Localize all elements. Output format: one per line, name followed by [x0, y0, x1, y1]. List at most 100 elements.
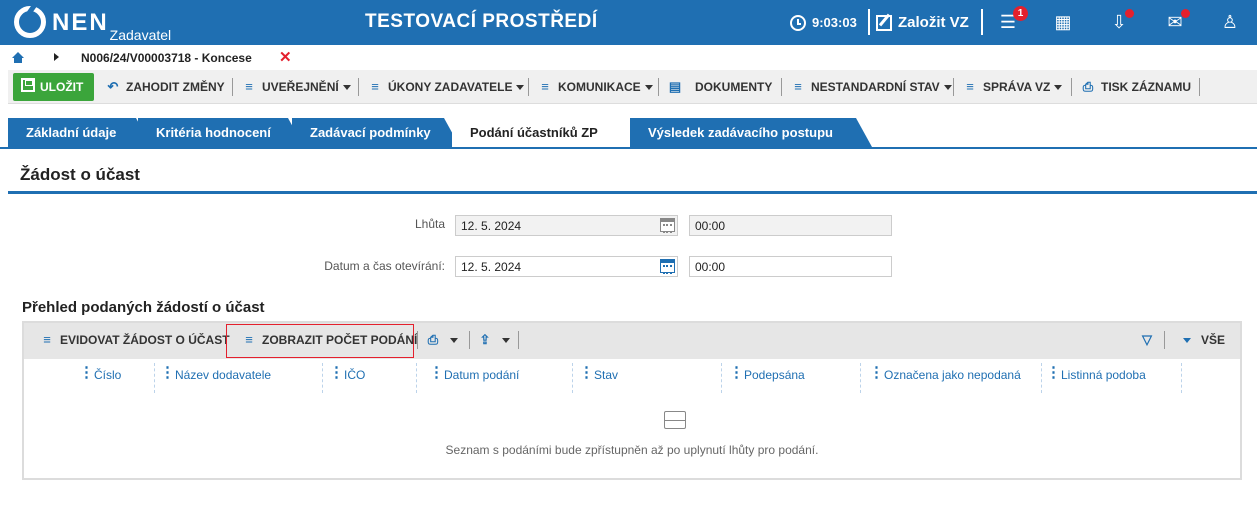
- tab-label: Výsledek zadávacího postupu: [648, 125, 833, 140]
- chevron-down-icon: [516, 84, 525, 90]
- toolbar-divider: [1071, 78, 1072, 96]
- save-button[interactable]: ULOŽIT: [13, 73, 94, 101]
- breadcrumb-arrow-icon: [54, 53, 59, 61]
- publish-menu-button[interactable]: ≡ UVEŘEJNĚNÍ: [242, 75, 351, 99]
- breadcrumb: N006/24/V00003718 - Koncese ✕: [0, 45, 1257, 70]
- opening-time-field[interactable]: 00:00: [689, 256, 892, 277]
- deadline-time-field: 00:00: [689, 215, 892, 236]
- floppy-icon: [21, 78, 35, 92]
- nen-logo[interactable]: NEN Zadavatel: [14, 6, 171, 42]
- messages-button[interactable]: ✉: [1163, 9, 1190, 33]
- action-icon: ≡: [794, 79, 802, 94]
- user-button[interactable]: ♙: [1218, 11, 1242, 33]
- toolbar-divider: [528, 78, 529, 96]
- header-divider: [868, 9, 870, 35]
- column-header-status[interactable]: Stav: [594, 368, 618, 382]
- grid-toolbar: ≡ EVIDOVAT ŽÁDOST O ÚČAST ≡ ZOBRAZIT POČ…: [24, 323, 1240, 359]
- undo-icon: ↶: [107, 79, 119, 94]
- show-count-label: ZOBRAZIT POČET PODÁNÍ: [262, 333, 418, 347]
- breadcrumb-item[interactable]: N006/24/V00003718 - Koncese: [81, 51, 252, 65]
- column-menu-icon[interactable]: [1046, 364, 1049, 380]
- chevron-down-icon: [450, 337, 458, 343]
- discard-label: ZAHODIT ZMĚNY: [126, 80, 225, 94]
- tab-label: Podání účastníků ZP: [470, 125, 598, 140]
- column-header-marked-unsubmitted[interactable]: Označena jako nepodaná: [884, 368, 1021, 382]
- column-separator: [572, 363, 573, 393]
- column-menu-icon[interactable]: [729, 364, 732, 380]
- toolbar-divider: [417, 331, 418, 349]
- header-divider: [981, 9, 983, 35]
- create-vz-label: Založit VZ: [898, 14, 969, 31]
- column-menu-icon[interactable]: [160, 364, 163, 380]
- register-request-button[interactable]: ≡ EVIDOVAT ŽÁDOST O ÚČAST: [40, 333, 230, 348]
- main-toolbar: ULOŽIT ↶ ZAHODIT ZMĚNY ≡ UVEŘEJNĚNÍ ≡ ÚK…: [8, 70, 1257, 104]
- logo-subtitle: Zadavatel: [109, 27, 172, 43]
- deadline-date-field: 12. 5. 2024: [455, 215, 678, 236]
- logo-icon: [14, 6, 46, 38]
- management-label: SPRÁVA VZ: [983, 80, 1051, 94]
- empty-tray-icon: [664, 411, 686, 429]
- toolbar-divider: [1199, 78, 1200, 96]
- communication-menu-button[interactable]: ≡ KOMUNIKACE: [538, 75, 653, 99]
- print-label: TISK ZÁZNAMU: [1101, 80, 1191, 94]
- toolbar-divider: [232, 78, 233, 96]
- documents-label: DOKUMENTY: [695, 80, 773, 94]
- user-icon: ♙: [1221, 12, 1239, 32]
- section-divider: [8, 191, 1257, 194]
- tab-basic-info[interactable]: Základní údaje: [8, 118, 152, 147]
- filter-button[interactable]: ▽: [1140, 333, 1160, 347]
- chevron-down-icon: [644, 84, 653, 90]
- chevron-down-icon: [502, 337, 510, 343]
- view-select-button[interactable]: VŠE: [1179, 333, 1225, 347]
- tab-participant-submissions[interactable]: Podání účastníků ZP: [452, 118, 644, 147]
- toolbar-divider: [658, 78, 659, 96]
- tab-procedure-result[interactable]: Výsledek zadávacího postupu: [630, 118, 872, 147]
- opening-date-field[interactable]: 12. 5. 2024: [455, 256, 678, 277]
- session-clock: 9:03:03: [790, 0, 857, 45]
- column-header-paper-form[interactable]: Listinná podoba: [1061, 368, 1146, 382]
- printer-icon: ⎙: [427, 332, 439, 347]
- tab-label: Zadávací podmínky: [310, 125, 431, 140]
- management-menu-button[interactable]: ≡ SPRÁVA VZ: [963, 75, 1063, 99]
- column-header-ico[interactable]: IČO: [344, 368, 365, 382]
- close-icon[interactable]: ✕: [279, 48, 292, 66]
- publish-label: UVEŘEJNĚNÍ: [262, 80, 339, 94]
- actions-menu-button[interactable]: ≡ ÚKONY ZADAVATELE: [368, 75, 525, 99]
- tab-tender-conditions[interactable]: Zadávací podmínky: [292, 118, 460, 147]
- show-submission-count-button[interactable]: ≡ ZOBRAZIT POČET PODÁNÍ: [242, 333, 418, 348]
- column-menu-icon[interactable]: [79, 364, 82, 380]
- toolbar-divider: [518, 331, 519, 349]
- column-header-supplier[interactable]: Název dodavatele: [175, 368, 271, 382]
- column-menu-icon[interactable]: [429, 364, 432, 380]
- column-separator: [1181, 363, 1182, 393]
- clock-icon: [790, 14, 806, 31]
- menu-button[interactable]: ☰ 1: [996, 6, 1028, 33]
- grid-header-row: Číslo Název dodavatele IČO Datum podání …: [24, 359, 1240, 393]
- chevron-down-icon: [1183, 337, 1191, 343]
- column-menu-icon[interactable]: [579, 364, 582, 380]
- logo-text: NEN: [52, 9, 109, 36]
- column-separator: [860, 363, 861, 393]
- documents-button[interactable]: ▤ DOKUMENTY: [668, 75, 773, 99]
- export-icon: ⇪: [479, 332, 491, 347]
- discard-changes-button[interactable]: ↶ ZAHODIT ZMĚNY: [106, 75, 225, 99]
- nonstandard-state-menu-button[interactable]: ≡ NESTANDARDNÍ STAV: [791, 75, 952, 99]
- register-request-label: EVIDOVAT ŽÁDOST O ÚČAST: [60, 333, 230, 347]
- column-menu-icon[interactable]: [329, 364, 332, 380]
- column-header-number[interactable]: Číslo: [94, 368, 121, 382]
- column-header-submission-date[interactable]: Datum podání: [444, 368, 519, 382]
- empty-state-message: Seznam s podáními bude zpřístupněn až po…: [445, 443, 819, 457]
- create-vz-button[interactable]: Založit VZ: [876, 0, 969, 45]
- export-menu-button[interactable]: ⇪: [478, 333, 510, 347]
- calendar-button[interactable]: ▦: [1051, 11, 1075, 33]
- column-menu-icon[interactable]: [869, 364, 872, 380]
- clock-value: 9:03:03: [812, 15, 857, 30]
- home-icon[interactable]: [12, 52, 24, 64]
- calendar-icon[interactable]: [660, 259, 675, 274]
- column-header-signed[interactable]: Podepsána: [744, 368, 805, 382]
- tab-evaluation-criteria[interactable]: Kritéria hodnocení: [138, 118, 304, 147]
- inbox-button[interactable]: ⇩: [1107, 9, 1134, 33]
- filter-icon: ▽: [1142, 332, 1152, 347]
- print-menu-button[interactable]: ⎙: [426, 333, 458, 347]
- print-record-button[interactable]: ⎙ TISK ZÁZNAMU: [1081, 75, 1191, 99]
